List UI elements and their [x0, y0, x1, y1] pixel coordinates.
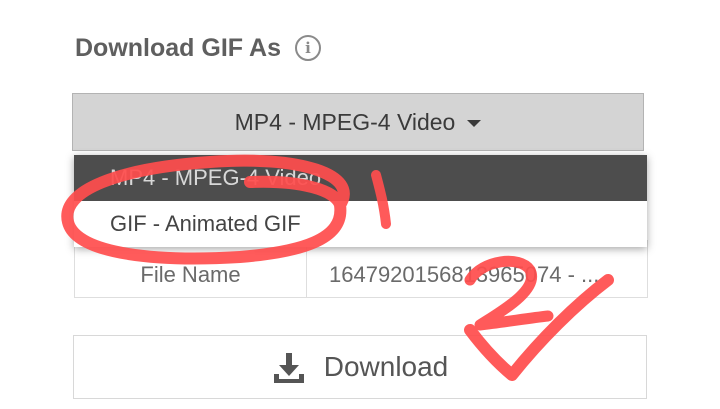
format-select-value: MP4 - MPEG-4 Video	[234, 108, 456, 135]
format-dropdown-menu: MP4 - MPEG-4 Video GIF - Animated GIF	[74, 155, 647, 247]
page-title: Download GIF As	[75, 33, 282, 62]
section-heading: Download GIF As i	[75, 30, 322, 66]
file-name-value: 1647920156813965074 - ...	[329, 262, 600, 287]
download-icon	[273, 353, 304, 383]
file-name-label: File Name	[75, 241, 307, 297]
chevron-down-icon	[467, 120, 482, 127]
info-icon[interactable]: i	[295, 35, 322, 61]
dropdown-option-gif[interactable]: GIF - Animated GIF	[74, 201, 647, 247]
download-button[interactable]: Download	[73, 335, 647, 399]
dropdown-option-mp4[interactable]: MP4 - MPEG-4 Video	[74, 155, 647, 201]
download-label: Download	[323, 351, 449, 382]
file-details-row: File Name 1647920156813965074 - ...	[74, 240, 648, 298]
format-select[interactable]: MP4 - MPEG-4 Video	[72, 93, 644, 151]
